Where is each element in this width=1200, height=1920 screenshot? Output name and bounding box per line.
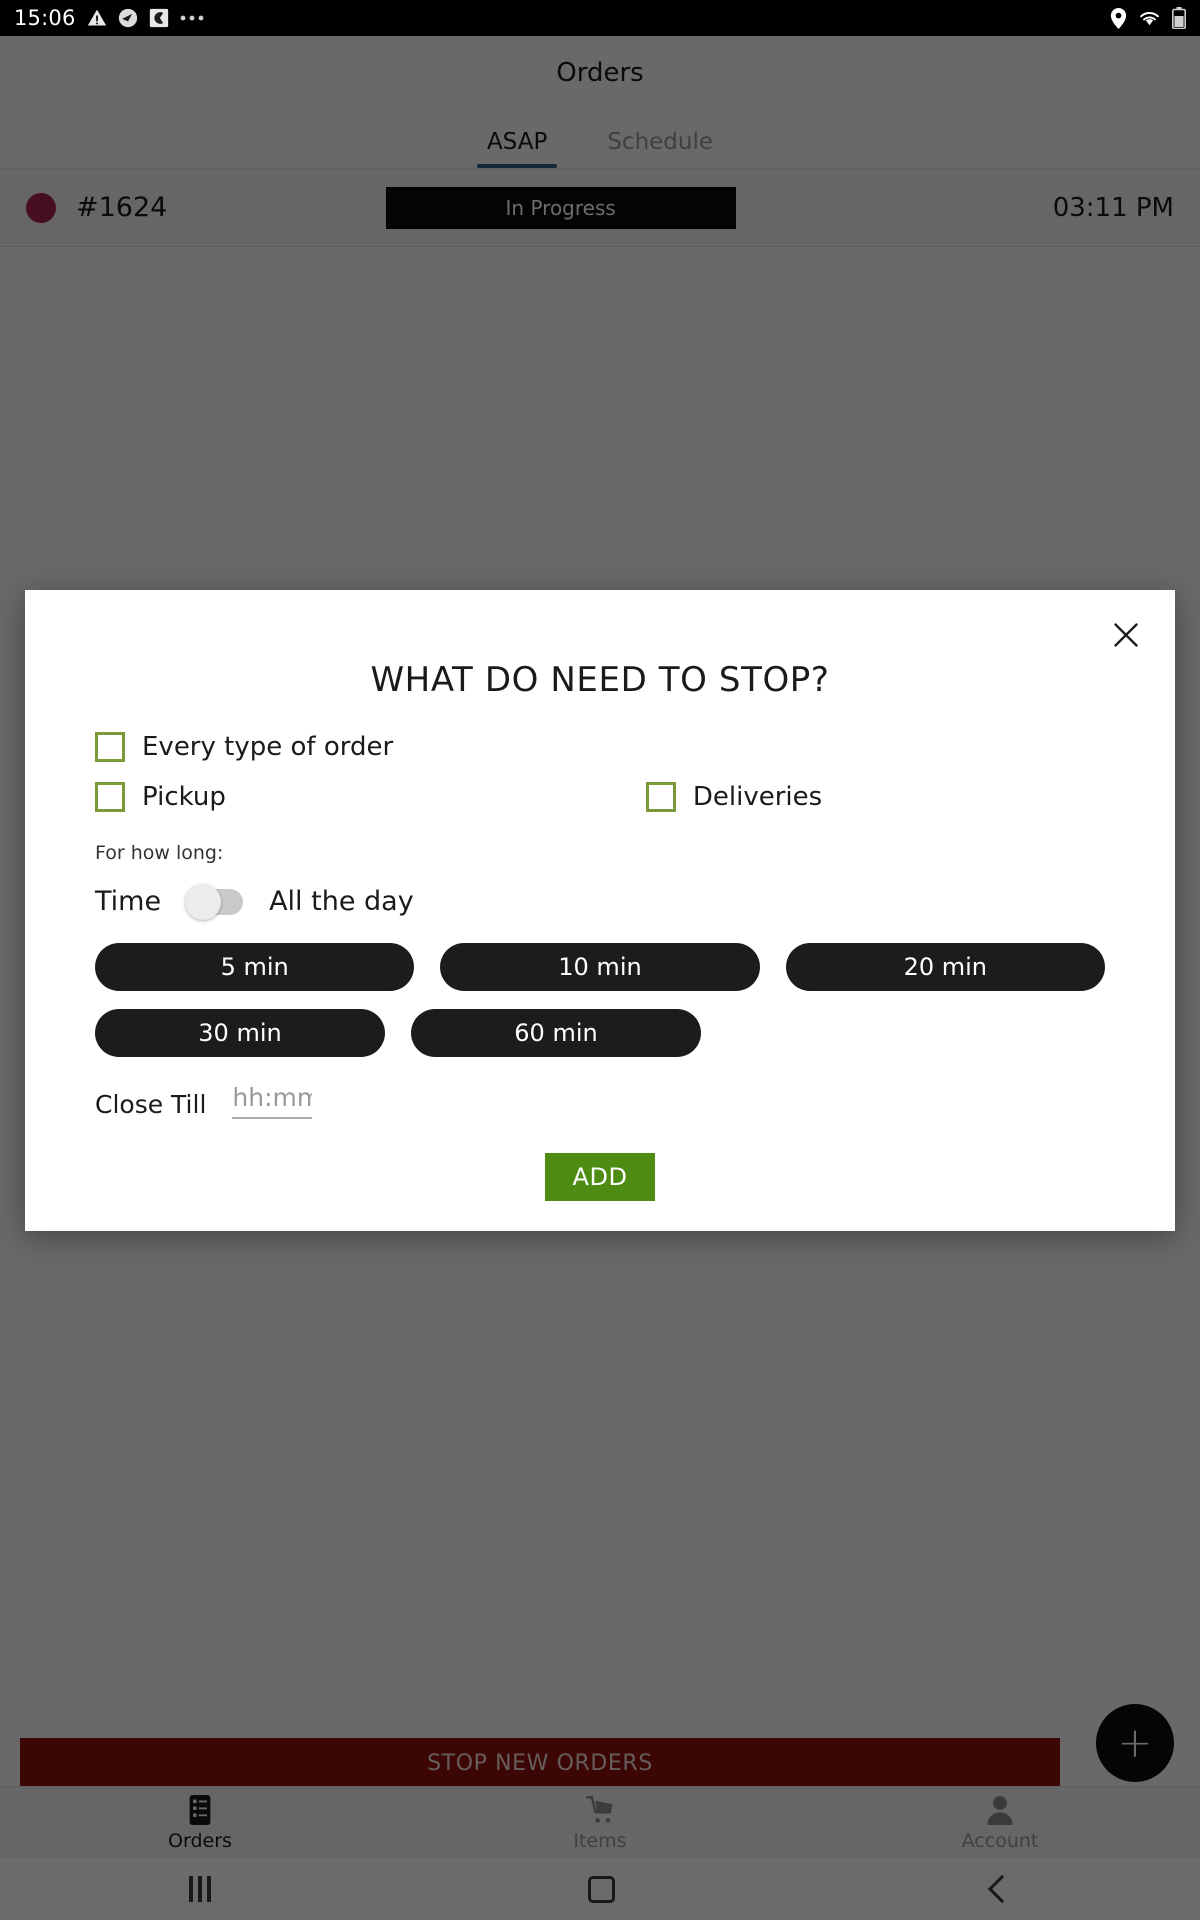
warning-triangle-icon	[87, 8, 107, 28]
checkbox-row-all: Every type of order	[25, 732, 1175, 762]
screen: 15:06 WHAT DO NEED TO STOP? Every type o…	[0, 0, 1200, 1920]
close-till-input[interactable]	[232, 1083, 313, 1119]
checkbox-box-pickup[interactable]	[95, 782, 125, 812]
time-label: Time	[95, 886, 162, 917]
stop-orders-dialog: WHAT DO NEED TO STOP? Every type of orde…	[25, 590, 1175, 1231]
for-how-long-label: For how long:	[95, 842, 224, 864]
duration-button-grid: 5 min 10 min 20 min 30 min 60 min	[25, 943, 1175, 1057]
dialog-title: WHAT DO NEED TO STOP?	[370, 660, 830, 700]
dialog-actions: ADD	[25, 1153, 1175, 1201]
duration-button-5min[interactable]: 5 min	[95, 943, 415, 991]
time-allday-toggle[interactable]	[185, 883, 244, 920]
duration-button-30min[interactable]: 30 min	[95, 1009, 385, 1057]
app-badge-icon	[118, 8, 138, 28]
duration-button-60min[interactable]: 60 min	[411, 1009, 701, 1057]
battery-icon	[1172, 7, 1186, 29]
close-till-label: Close Till	[95, 1090, 207, 1119]
checkbox-box-deliveries[interactable]	[645, 782, 676, 812]
toggle-knob	[185, 883, 222, 920]
location-pin-icon	[1110, 7, 1127, 29]
app-square-icon	[149, 8, 169, 28]
duration-button-10min[interactable]: 10 min	[440, 943, 760, 991]
checkbox-label-pickup: Pickup	[142, 782, 226, 812]
status-bar-left: 15:06	[14, 6, 206, 30]
checkbox-box-every-type[interactable]	[95, 732, 125, 762]
checkbox-label-deliveries: Deliveries	[692, 782, 823, 812]
time-toggle-row: Time All the day	[25, 883, 1175, 920]
close-till-row: Close Till	[25, 1083, 1175, 1119]
status-time: 15:06	[14, 6, 76, 30]
duration-button-20min[interactable]: 20 min	[785, 943, 1105, 991]
add-button[interactable]: ADD	[545, 1153, 655, 1201]
checkbox-row-pickup-deliveries: Pickup Deliveries	[25, 782, 1175, 812]
checkbox-deliveries[interactable]: Deliveries	[645, 782, 823, 812]
close-icon[interactable]	[1103, 612, 1149, 658]
wifi-icon	[1138, 8, 1161, 28]
duration-row-2: 30 min 60 min	[95, 1009, 1105, 1057]
all-the-day-label: All the day	[269, 886, 414, 917]
checkbox-every-type-of-order[interactable]: Every type of order	[95, 732, 393, 762]
status-bar: 15:06	[0, 0, 1200, 36]
checkbox-label-every-type: Every type of order	[142, 732, 394, 762]
more-dots-icon	[180, 14, 206, 22]
duration-row-1: 5 min 10 min 20 min	[95, 943, 1105, 991]
checkbox-pickup[interactable]: Pickup	[95, 782, 226, 812]
status-bar-right	[1110, 7, 1186, 29]
